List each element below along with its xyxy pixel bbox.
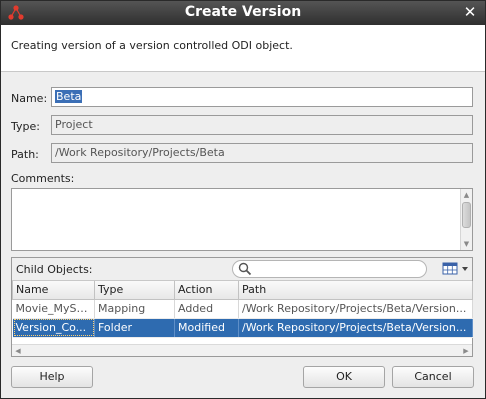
- child-objects-toolbar: Child Objects:: [12, 258, 472, 281]
- table-horizontal-scrollbar[interactable]: ◀ ▶: [12, 344, 472, 356]
- dialog-title: Create Version: [184, 4, 302, 20]
- scroll-left-icon[interactable]: ◀: [13, 346, 23, 356]
- table-row[interactable]: Movie_MySQ... Mapping Added /Work Reposi…: [12, 299, 473, 319]
- type-field: Project: [51, 115, 473, 135]
- name-field[interactable]: Beta: [51, 87, 473, 107]
- dialog-header: Creating version of a version controlled…: [1, 25, 485, 72]
- cell-type[interactable]: Folder: [94, 318, 175, 338]
- child-objects-panel: Child Objects: Name Type Action Path Mov…: [11, 257, 473, 357]
- scroll-up-icon[interactable]: ▲: [461, 190, 472, 200]
- search-input[interactable]: [255, 262, 420, 276]
- cell-action[interactable]: Modified: [174, 318, 239, 338]
- table-header-row: Name Type Action Path: [12, 281, 473, 300]
- column-header-path[interactable]: Path: [238, 281, 473, 300]
- scroll-right-icon[interactable]: ▶: [461, 346, 471, 356]
- child-objects-label: Child Objects:: [16, 263, 93, 276]
- path-label: Path:: [11, 148, 39, 161]
- cell-path[interactable]: /Work Repository/Projects/Beta/Version..…: [238, 299, 473, 319]
- comments-scrollbar[interactable]: ▲ ▼: [460, 189, 472, 250]
- scroll-thumb[interactable]: [462, 202, 471, 228]
- title-bar[interactable]: Create Version ✕: [1, 1, 485, 25]
- create-version-dialog: Create Version ✕ Creating version of a v…: [0, 0, 486, 399]
- cell-name[interactable]: Movie_MySQ...: [12, 299, 95, 319]
- name-label: Name:: [11, 92, 48, 105]
- column-header-type[interactable]: Type: [94, 281, 175, 300]
- cell-type[interactable]: Mapping: [94, 299, 175, 319]
- cell-path[interactable]: /Work Repository/Projects/Beta/Version..…: [238, 318, 473, 338]
- ok-button-label: OK: [336, 370, 352, 383]
- table-row-selected[interactable]: Version_Co... Folder Modified /Work Repo…: [12, 318, 473, 338]
- column-header-name[interactable]: Name: [12, 281, 95, 300]
- columns-menu-icon[interactable]: [442, 261, 470, 277]
- cell-name[interactable]: Version_Co...: [12, 318, 95, 338]
- name-field-value: Beta: [55, 90, 83, 103]
- ok-button[interactable]: OK: [303, 366, 385, 388]
- comments-textarea[interactable]: ▲ ▼: [11, 188, 473, 251]
- path-field: /Work Repository/Projects/Beta: [51, 143, 473, 163]
- help-button-label: Help: [39, 370, 65, 383]
- cancel-button[interactable]: Cancel: [392, 366, 474, 388]
- cell-action[interactable]: Added: [174, 299, 239, 319]
- header-description: Creating version of a version controlled…: [11, 39, 293, 52]
- search-field[interactable]: [232, 260, 427, 278]
- cancel-button-label: Cancel: [414, 370, 452, 383]
- search-icon: [238, 262, 252, 276]
- comments-label: Comments:: [11, 172, 75, 185]
- child-objects-table: Name Type Action Path Movie_MySQ... Mapp…: [12, 281, 473, 338]
- close-icon[interactable]: ✕: [461, 3, 479, 21]
- column-header-action[interactable]: Action: [174, 281, 239, 300]
- scroll-down-icon[interactable]: ▼: [461, 239, 472, 249]
- help-button[interactable]: Help: [11, 366, 93, 388]
- type-label: Type:: [11, 120, 40, 133]
